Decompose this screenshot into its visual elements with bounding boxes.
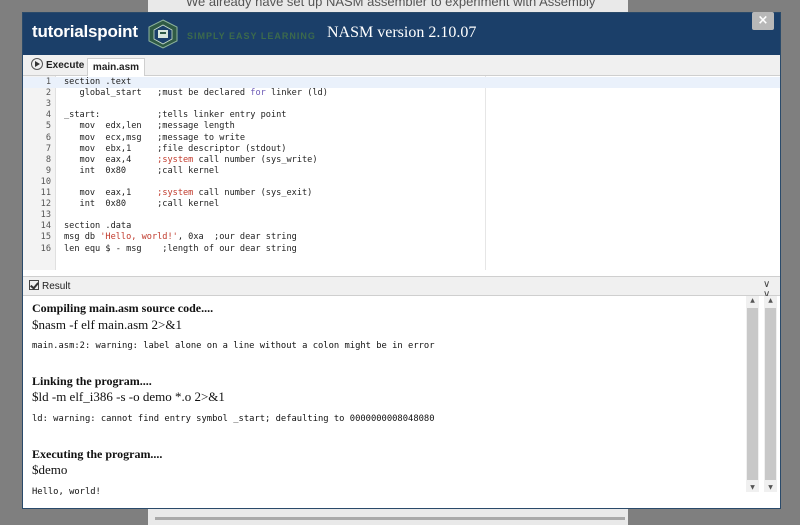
code-line[interactable]: 7 mov ebx,1 ;file descriptor (stdout) [23,144,780,155]
compile-command: $nasm -f elf main.asm 2>&1 [32,317,182,332]
code-line[interactable]: 4 _start: ;tells linker entry point [23,110,780,121]
line-number: 12 [40,199,51,210]
result-label: Result [42,281,71,292]
page-scrollbar[interactable]: ▲ ▼ [764,296,777,492]
line-number: 9 [45,165,51,176]
code-line[interactable]: 15 msg db 'Hello, world!', 0xa ;our dear … [23,232,780,243]
code-text: mov ecx,msg ;message to write [64,132,246,143]
app-title: NASM version 2.10.07 [327,24,477,41]
code-line[interactable]: 10 [23,177,780,188]
result-output: Compiling main.asm source code.... $nasm… [23,296,780,506]
scroll-up-icon[interactable]: ▲ [764,297,777,304]
code-line[interactable]: 2 global_start ;must be declared for lin… [23,88,780,99]
close-button[interactable]: × [752,12,774,30]
code-text: int 0x80 ;call kernel [64,165,220,176]
execute-button[interactable]: Execute [27,57,88,74]
code-text: section .text [64,77,132,87]
code-line[interactable]: 6 mov ecx,msg ;message to write [23,133,780,144]
link-warning: ld: warning: cannot find entry symbol _s… [32,414,435,424]
code-text: _start: ;tells linker entry point [64,110,287,121]
line-number: 2 [45,88,51,99]
code-text: int 0x80 ;call kernel [64,199,220,210]
compiler-dialog: tutorialspoint SIMPLY EASY LEARNING NASM… [22,12,781,509]
dialog-header: tutorialspoint SIMPLY EASY LEARNING NASM… [23,13,780,55]
exec-command: $demo [32,462,68,477]
checkbox-icon [29,280,39,290]
link-command: $ld -m elf_i386 -s -o demo *.o 2>&1 [32,389,225,404]
tab-main-asm[interactable]: main.asm [87,58,145,77]
toolbar: Execute main.asm [23,55,780,77]
line-number: 15 [40,232,51,243]
code-text: section .data [64,221,132,232]
line-number: 10 [40,176,51,187]
result-bar: Result ∨ ∨ [23,276,780,300]
exec-heading: Executing the program.... [32,447,163,461]
line-number: 6 [45,132,51,143]
code-text: global_start ;must be declared for linke… [79,88,328,99]
line-number: 7 [45,143,51,154]
line-number: 13 [40,210,51,221]
code-line[interactable]: 5 mov edx,len ;message length [23,121,780,132]
result-toggle[interactable]: Result [29,280,70,292]
code-text: mov eax,4 ;system call number (sys_write… [64,154,318,165]
code-line[interactable]: 14 section .data [23,221,780,232]
tagline: SIMPLY EASY LEARNING [187,31,316,41]
line-number: 16 [40,243,51,254]
brand-logo-text: tutorialspoint [32,22,138,41]
execute-label: Execute [46,60,85,71]
line-number: 3 [45,99,51,110]
line-number: 14 [40,221,51,232]
line-number: 1 [45,77,51,87]
code-line[interactable]: 9 int 0x80 ;call kernel [23,166,780,177]
code-line[interactable]: 8 mov eax,4 ;system call number (sys_wri… [23,155,780,166]
code-text: mov edx,len ;message length [64,121,235,132]
code-text: len equ $ - msg ;length of our dear stri… [64,243,297,254]
line-number: 4 [45,110,51,121]
scroll-thumb[interactable] [765,308,776,480]
compile-warning: main.asm:2: warning: label alone on a li… [32,341,435,351]
line-number: 5 [45,121,51,132]
code-line[interactable]: 13 [23,210,780,221]
line-number: 8 [45,154,51,165]
scroll-down-icon[interactable]: ▼ [764,484,777,491]
code-line[interactable]: 3 [23,99,780,110]
code-line[interactable]: 11 mov eax,1 ;system call number (sys_ex… [23,188,780,199]
code-line[interactable]: 12 int 0x80 ;call kernel [23,199,780,210]
scroll-down-icon[interactable]: ▼ [746,484,759,491]
play-icon [31,58,43,70]
link-heading: Linking the program.... [32,374,152,388]
scroll-up-icon[interactable]: ▲ [746,297,759,304]
code-line[interactable]: 16 len equ $ - msg ;length of our dear st… [23,244,780,255]
code-text: mov ebx,1 ;file descriptor (stdout) [64,143,287,154]
line-number: 11 [40,188,51,198]
program-output: Hello, world! [32,487,101,497]
scroll-thumb[interactable] [747,308,758,480]
code-text: mov eax,1 ;system call number (sys_exit) [64,188,313,198]
code-editor[interactable]: 1 section .text 2 global_start ;must be d… [23,76,780,270]
compile-heading: Compiling main.asm source code.... [32,301,214,315]
logo-icon [148,19,178,49]
code-line[interactable]: 1 section .text [23,77,780,89]
output-scrollbar[interactable]: ▲ ▼ [746,296,759,492]
background-text: We already have set up NASM assembler to… [186,0,596,9]
code-text: msg db 'Hello, world!', 0xa ;our dear st… [64,232,297,243]
background-text-bottom [155,516,625,525]
